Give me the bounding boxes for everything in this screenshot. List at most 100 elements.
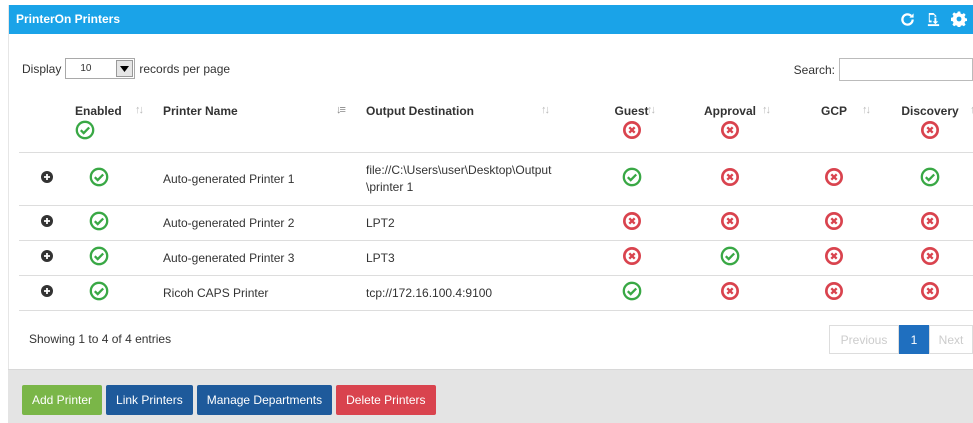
table-header-row: Enabled ↑↓ Printer Name ↓≡ Output Destin… — [19, 97, 973, 153]
discovery-cell — [886, 205, 973, 241]
table-info: Showing 1 to 4 of 4 entries — [29, 332, 172, 346]
previous-page-button[interactable]: Previous — [829, 325, 899, 354]
approval-cell — [678, 152, 782, 206]
guest-status-icon[interactable] — [622, 167, 642, 187]
enabled-status-icon[interactable] — [89, 246, 109, 266]
enabled-cell — [75, 205, 163, 241]
gcp-cell — [782, 152, 886, 206]
discovery-status-icon[interactable] — [920, 246, 940, 266]
expand-cell — [19, 205, 75, 241]
page-size-select[interactable]: 10 — [65, 58, 136, 79]
printer-name[interactable]: Ricoh CAPS Printer — [163, 286, 268, 300]
guest-cell — [585, 205, 678, 241]
col-guest[interactable]: Guest ↑↓ — [585, 97, 678, 153]
printer-name-cell: Auto-generated Printer 2 — [163, 205, 366, 241]
discovery-cell — [886, 275, 973, 311]
guest-cell — [585, 275, 678, 311]
gcp-status-icon[interactable] — [824, 167, 844, 187]
guest-status-icon[interactable] — [622, 211, 642, 231]
output-destination-cell: LPT2 — [366, 205, 585, 241]
guest-header-status-icon — [585, 120, 678, 140]
expand-icon[interactable] — [41, 285, 53, 297]
table-row: Auto-generated Printer 1 file://C:\Users\… — [19, 152, 973, 206]
link-printers-button[interactable]: Link Printers — [106, 385, 193, 415]
col-discovery[interactable]: Discovery ↑↓ — [886, 97, 973, 153]
approval-cell — [678, 275, 782, 311]
page-1-button[interactable]: 1 — [899, 325, 929, 354]
enabled-cell — [75, 275, 163, 311]
discovery-status-icon[interactable] — [920, 167, 940, 187]
col-output-destination[interactable]: Output Destination ↑↓ — [366, 97, 585, 153]
discovery-status-icon[interactable] — [920, 211, 940, 231]
col-guest-label: Guest — [614, 104, 649, 118]
printer-name-cell: Auto-generated Printer 3 — [163, 240, 366, 276]
gcp-status-icon[interactable] — [824, 281, 844, 301]
approval-status-icon[interactable] — [720, 281, 740, 301]
page-size-control: Display 10 records per page — [22, 58, 230, 79]
expand-icon[interactable] — [41, 171, 53, 183]
output-destination: file://C:\Users\user\Desktop\Output — [366, 163, 552, 177]
col-output-destination-label: Output Destination — [366, 104, 474, 118]
expand-cell — [19, 152, 75, 206]
search-input[interactable] — [839, 58, 973, 81]
refresh-icon[interactable] — [898, 10, 916, 28]
action-buttons: Add Printer Link Printers Manage Departm… — [22, 385, 436, 415]
enabled-status-icon[interactable] — [89, 211, 109, 231]
approval-status-icon[interactable] — [720, 246, 740, 266]
col-gcp-label: GCP — [820, 104, 847, 118]
search-label: Search: — [793, 62, 835, 77]
col-approval[interactable]: Approval ↑↓ — [678, 97, 782, 153]
action-bar: Add Printer Link Printers Manage Departm… — [8, 369, 973, 423]
printer-name[interactable]: Auto-generated Printer 3 — [163, 251, 294, 265]
output-destination: LPT2 — [366, 215, 395, 230]
printer-name[interactable]: Auto-generated Printer 2 — [163, 216, 294, 230]
enabled-status-icon[interactable] — [89, 167, 109, 187]
pagination: Previous 1 Next — [829, 325, 973, 354]
gcp-cell — [782, 240, 886, 276]
output-destination-cell: file://C:\Users\user\Desktop\Output \prin… — [366, 152, 585, 206]
col-printer-name[interactable]: Printer Name ↓≡ — [163, 97, 366, 153]
chevron-down-icon[interactable] — [116, 60, 134, 77]
col-enabled-label: Enabled — [75, 104, 122, 118]
printers-panel: PrinterOn Printers Display 10 records pe… — [8, 5, 973, 370]
expand-icon[interactable] — [41, 250, 53, 262]
panel-header: PrinterOn Printers — [9, 5, 973, 34]
expand-icon[interactable] — [41, 215, 53, 227]
add-printer-button[interactable]: Add Printer — [22, 385, 103, 415]
manage-departments-button[interactable]: Manage Departments — [196, 385, 333, 415]
discovery-cell — [886, 152, 973, 206]
printer-name[interactable]: Auto-generated Printer 1 — [163, 172, 294, 186]
guest-cell — [585, 240, 678, 276]
guest-cell — [585, 152, 678, 206]
gear-icon[interactable] — [950, 10, 968, 28]
guest-status-icon[interactable] — [622, 281, 642, 301]
approval-header-status-icon — [678, 120, 782, 140]
printers-table: Enabled ↑↓ Printer Name ↓≡ Output Destin… — [19, 97, 973, 311]
printer-name-cell: Auto-generated Printer 1 — [163, 152, 366, 206]
enabled-cell — [75, 152, 163, 206]
enabled-status-icon[interactable] — [89, 281, 109, 301]
discovery-cell — [886, 240, 973, 276]
discovery-status-icon[interactable] — [920, 281, 940, 301]
expand-cell — [19, 275, 75, 311]
guest-status-icon[interactable] — [622, 246, 642, 266]
approval-status-icon[interactable] — [720, 167, 740, 187]
col-enabled[interactable]: Enabled ↑↓ — [75, 97, 163, 153]
display-label: Display — [22, 61, 62, 76]
records-label: records per page — [139, 61, 231, 76]
gcp-cell — [782, 275, 886, 311]
import-icon[interactable] — [924, 10, 942, 28]
next-page-button[interactable]: Next — [929, 325, 973, 354]
delete-printers-button[interactable]: Delete Printers — [336, 385, 436, 415]
printer-name-cell: Ricoh CAPS Printer — [163, 275, 366, 311]
sort-icon: ↑↓ — [862, 104, 871, 116]
panel-title: PrinterOn Printers — [16, 12, 121, 26]
expand-cell — [19, 240, 75, 276]
output-destination-cell: tcp://172.16.100.4:9100 — [366, 275, 585, 311]
gcp-status-icon[interactable] — [824, 211, 844, 231]
approval-cell — [678, 240, 782, 276]
gcp-status-icon[interactable] — [824, 246, 844, 266]
approval-status-icon[interactable] — [720, 211, 740, 231]
col-approval-label: Approval — [703, 104, 756, 118]
col-gcp[interactable]: GCP ↑↓ — [782, 97, 886, 153]
